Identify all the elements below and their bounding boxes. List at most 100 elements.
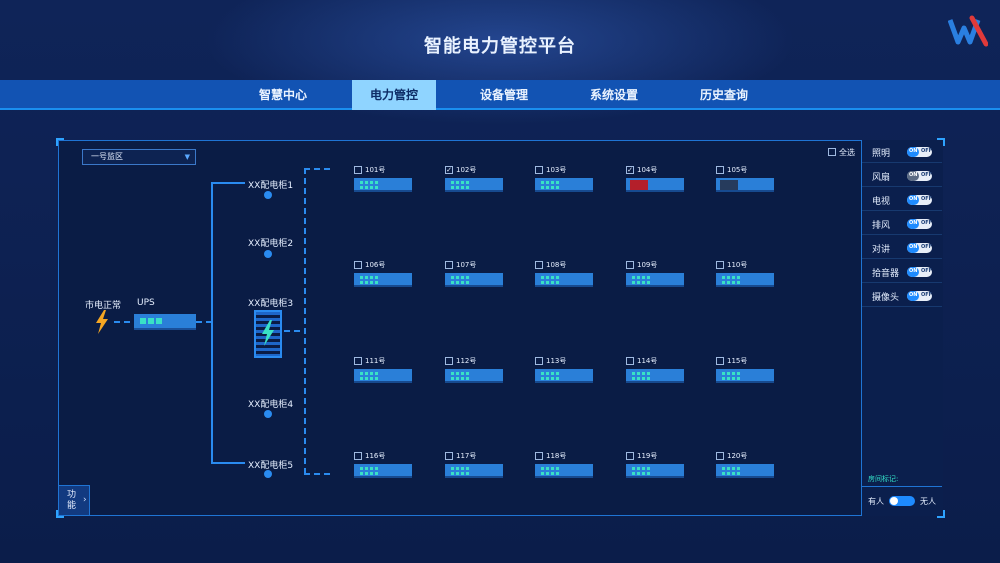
room-card[interactable]: 110号	[716, 261, 774, 291]
bus-line	[211, 182, 213, 464]
room-checkbox[interactable]	[716, 452, 724, 460]
room-indicator	[722, 276, 742, 284]
page-title: 智能电力管控平台	[424, 36, 576, 57]
room-checkbox[interactable]	[626, 357, 634, 365]
logo-icon	[948, 15, 988, 47]
tab-device-management[interactable]: 设备管理	[462, 80, 546, 110]
room-checkbox[interactable]	[716, 357, 724, 365]
tab-power-control[interactable]: 电力管控	[352, 80, 436, 110]
room-indicator	[360, 181, 380, 189]
device-toggle[interactable]: ON OFF	[907, 219, 932, 229]
room-status-bar	[716, 178, 774, 192]
device-toggle[interactable]: ON OFF	[907, 243, 932, 253]
cabinet-node	[264, 470, 272, 478]
room-card[interactable]: 106号	[354, 261, 412, 291]
room-indicator	[451, 372, 471, 380]
device-toggle[interactable]: ON OFF	[907, 171, 932, 181]
bus-branch	[211, 182, 245, 184]
room-card[interactable]: 113号	[535, 357, 593, 387]
room-checkbox[interactable]	[354, 357, 362, 365]
room-indicator	[360, 276, 380, 284]
device-control-item: 摄像头 ON OFF	[862, 285, 942, 307]
toggle-off-text: OFF	[921, 196, 933, 202]
feeder-line	[304, 168, 334, 170]
room-checkbox[interactable]: ✓	[445, 166, 453, 174]
toggle-on-text: ON	[909, 292, 918, 298]
room-label: 112号	[456, 357, 477, 365]
room-card[interactable]: 116号	[354, 452, 412, 482]
device-toggle[interactable]: ON OFF	[907, 195, 932, 205]
room-status-bar	[626, 178, 684, 192]
room-card[interactable]: 108号	[535, 261, 593, 291]
room-status-bar	[354, 273, 412, 287]
room-checkbox[interactable]	[716, 166, 724, 174]
room-status-bar	[445, 464, 503, 478]
cabinet-node	[264, 250, 272, 258]
device-control-item: 对讲 ON OFF	[862, 237, 942, 259]
presence-toggle[interactable]	[889, 496, 915, 506]
room-card[interactable]: ✓ 102号	[445, 166, 503, 196]
room-checkbox[interactable]	[445, 261, 453, 269]
room-off-indicator	[720, 180, 738, 190]
room-card[interactable]: 114号	[626, 357, 684, 387]
room-card[interactable]: 109号	[626, 261, 684, 291]
select-all-checkbox[interactable]	[828, 148, 836, 156]
room-card[interactable]: 103号	[535, 166, 593, 196]
cabinet-node	[264, 191, 272, 199]
room-card[interactable]: ✓ 104号	[626, 166, 684, 196]
room-card[interactable]: 107号	[445, 261, 503, 291]
room-checkbox[interactable]: ✓	[626, 166, 634, 174]
cabinet-node	[264, 410, 272, 418]
room-status-bar	[535, 178, 593, 192]
room-card[interactable]: 117号	[445, 452, 503, 482]
room-status-bar	[716, 273, 774, 287]
tab-history-query[interactable]: 历史查询	[682, 80, 766, 110]
room-checkbox[interactable]	[354, 261, 362, 269]
cabinet-label: XX配电柜4	[248, 400, 294, 410]
room-status-bar	[626, 369, 684, 383]
select-all-label: 全选	[839, 148, 855, 157]
room-label: 120号	[727, 452, 748, 460]
room-checkbox[interactable]	[535, 452, 543, 460]
room-card[interactable]: 119号	[626, 452, 684, 482]
room-checkbox[interactable]	[445, 357, 453, 365]
room-card[interactable]: 111号	[354, 357, 412, 387]
connector-line	[284, 330, 304, 332]
device-control-label: 排风	[872, 221, 891, 231]
room-label: 104号	[637, 166, 658, 174]
room-status-bar	[626, 464, 684, 478]
room-label: 102号	[456, 166, 477, 174]
device-toggle[interactable]: ON OFF	[907, 147, 932, 157]
room-card[interactable]: 115号	[716, 357, 774, 387]
zone-select[interactable]: 一号监区 ▼	[82, 149, 196, 165]
tab-system-settings[interactable]: 系统设置	[572, 80, 656, 110]
device-control-label: 摄像头	[872, 293, 900, 303]
room-checkbox[interactable]	[354, 166, 362, 174]
room-indicator	[360, 467, 380, 475]
room-checkbox[interactable]	[626, 261, 634, 269]
function-menu-button[interactable]: 功能 ›	[58, 485, 90, 516]
room-label: 103号	[546, 166, 567, 174]
feeder-line	[304, 168, 306, 474]
room-checkbox[interactable]	[445, 452, 453, 460]
room-card[interactable]: 120号	[716, 452, 774, 482]
room-card[interactable]: 118号	[535, 452, 593, 482]
room-card[interactable]: 105号	[716, 166, 774, 196]
room-checkbox[interactable]	[626, 452, 634, 460]
room-indicator	[632, 372, 652, 380]
room-checkbox[interactable]	[535, 357, 543, 365]
device-control-label: 照明	[872, 149, 891, 159]
tab-smart-center[interactable]: 智慧中心	[241, 80, 325, 110]
presence-toggle-group: 有人 无人	[862, 486, 942, 514]
room-alarm-indicator	[630, 180, 648, 190]
room-card[interactable]: 101号	[354, 166, 412, 196]
device-toggle[interactable]: ON OFF	[907, 291, 932, 301]
device-control-label: 对讲	[872, 245, 891, 255]
room-checkbox[interactable]	[535, 166, 543, 174]
room-status-bar	[445, 178, 503, 192]
room-checkbox[interactable]	[354, 452, 362, 460]
room-checkbox[interactable]	[535, 261, 543, 269]
room-checkbox[interactable]	[716, 261, 724, 269]
room-card[interactable]: 112号	[445, 357, 503, 387]
device-toggle[interactable]: ON OFF	[907, 267, 932, 277]
